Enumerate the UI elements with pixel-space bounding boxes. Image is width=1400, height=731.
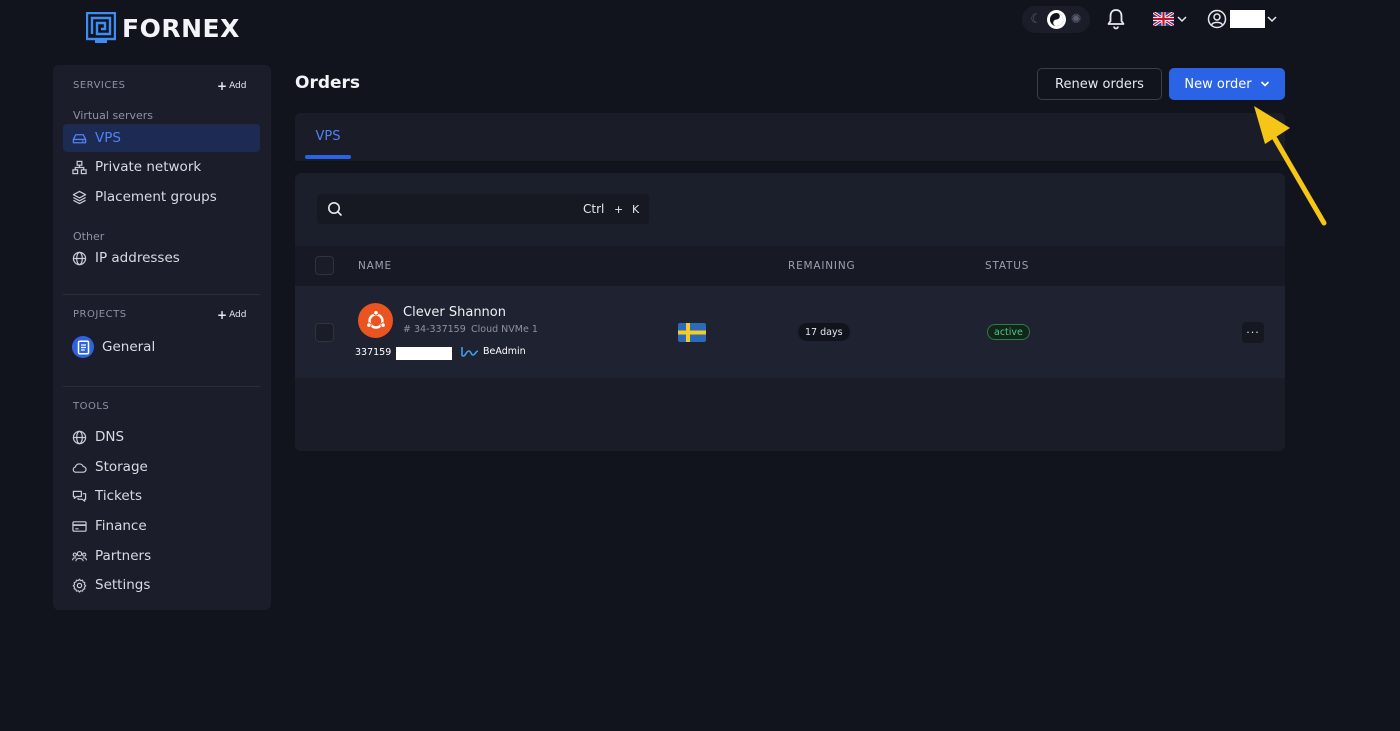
server-icon [72, 133, 87, 143]
layers-icon [72, 190, 87, 204]
chevron-down-icon [1260, 81, 1269, 87]
moon-icon[interactable]: ☾ [1030, 12, 1042, 27]
sidebar-item-settings[interactable]: Settings [63, 571, 260, 599]
uk-flag-icon[interactable] [1153, 12, 1174, 26]
auto-theme-icon[interactable] [1046, 10, 1066, 29]
tag-beadmin[interactable]: BeAdmin [461, 346, 526, 357]
credit-card-icon [72, 520, 87, 532]
server-plan: Cloud NVMe 1 [471, 324, 538, 335]
sun-icon[interactable]: ✺ [1071, 12, 1082, 27]
projects-section-title: PROJECTS [73, 309, 127, 320]
table-header: NAME REMAINING STATUS [295, 246, 1285, 286]
sidebar-item-finance[interactable]: Finance [63, 512, 260, 540]
theme-switcher[interactable]: ☾ ✺ [1022, 6, 1090, 33]
brand-name: FORNEX [122, 13, 240, 43]
chat-bubbles-icon [72, 490, 87, 502]
tag-id[interactable]: 337159 [355, 347, 391, 358]
tab-active-indicator [305, 155, 351, 159]
shortcut-k: K [632, 203, 640, 216]
project-icon [72, 336, 94, 358]
ubuntu-icon [358, 303, 393, 338]
new-order-button[interactable]: New order [1169, 68, 1285, 100]
search-input[interactable]: Ctrl + K [317, 194, 649, 224]
tabs-bar: VPS [295, 113, 1285, 161]
fornex-logo-icon [86, 12, 116, 43]
column-header-remaining[interactable]: REMAINING [788, 260, 855, 272]
chevron-down-icon[interactable] [1267, 15, 1277, 23]
globe-icon [72, 251, 87, 265]
sidebar-item-general[interactable]: General [63, 332, 260, 362]
column-header-name[interactable]: NAME [358, 260, 392, 272]
sidebar-item-ip-addresses[interactable]: IP addresses [63, 244, 260, 272]
sidebar-item-storage[interactable]: Storage [63, 453, 260, 481]
cloud-icon [72, 462, 87, 473]
table-row[interactable]: Clever Shannon # 34-337159 Cloud NVMe 1 … [295, 286, 1285, 378]
brand-logo[interactable]: FORNEX [86, 12, 240, 44]
tools-section-title: TOOLS [73, 401, 110, 412]
sidebar-divider [63, 386, 260, 387]
sidebar-item-placement-groups[interactable]: Placement groups [63, 183, 260, 211]
select-all-checkbox[interactable] [315, 256, 334, 275]
tab-vps[interactable]: VPS [305, 113, 351, 159]
other-label: Other [73, 230, 105, 243]
add-service-button[interactable]: + Add [217, 79, 247, 93]
sidebar-item-private-network[interactable]: Private network [63, 153, 260, 181]
server-id: # 34-337159 [403, 324, 466, 335]
shortcut-plus: + [614, 203, 624, 216]
user-icon[interactable] [1207, 9, 1227, 29]
globe-icon [72, 430, 87, 444]
sidebar-item-vps[interactable]: VPS [63, 124, 260, 152]
column-header-status[interactable]: STATUS [985, 260, 1029, 272]
add-project-button[interactable]: + Add [217, 308, 247, 322]
chevron-down-icon[interactable] [1177, 15, 1187, 23]
annotation-arrow-icon [1254, 106, 1327, 226]
virtual-servers-label: Virtual servers [73, 109, 153, 122]
sidebar-item-dns[interactable]: DNS [63, 423, 260, 451]
row-checkbox[interactable] [315, 323, 334, 342]
sidebar-divider [63, 294, 260, 295]
tag-redacted[interactable] [396, 347, 452, 360]
server-name[interactable]: Clever Shannon [403, 305, 506, 320]
renew-orders-button[interactable]: Renew orders [1037, 68, 1162, 100]
sweden-flag-icon [678, 323, 706, 342]
user-name-redacted[interactable] [1230, 10, 1265, 28]
gear-icon [72, 578, 87, 593]
shortcut-ctrl: Ctrl [583, 202, 605, 216]
row-more-button[interactable]: ··· [1242, 322, 1264, 343]
sidebar-item-tickets[interactable]: Tickets [63, 482, 260, 510]
users-icon [72, 550, 87, 561]
sidebar-item-partners[interactable]: Partners [63, 542, 260, 570]
network-icon [72, 160, 87, 174]
beadmin-logo-icon [461, 347, 479, 357]
status-badge: active [987, 324, 1030, 340]
services-section-title: SERVICES [73, 80, 126, 91]
search-area: Ctrl + K [295, 173, 1285, 246]
search-icon [328, 202, 343, 217]
bell-icon[interactable] [1106, 8, 1126, 30]
remaining-badge: 17 days [798, 323, 850, 341]
page-title: Orders [295, 73, 361, 93]
orders-table-card: Ctrl + K NAME REMAINING STATUS Clever Sh… [295, 173, 1285, 451]
sidebar: SERVICES + Add Virtual servers VPS Privat… [53, 65, 271, 610]
